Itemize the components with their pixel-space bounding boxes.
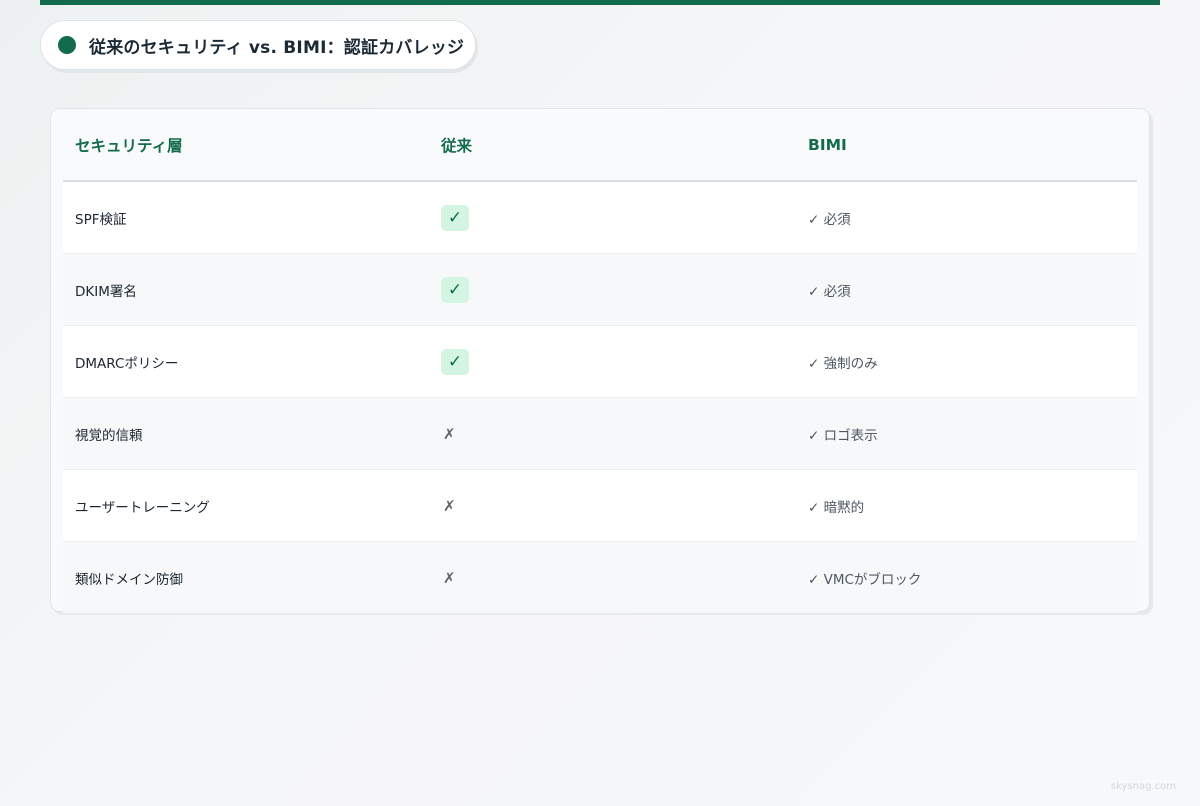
header-bimi: BIMI (796, 109, 1137, 182)
bimi-cell: ✓ ロゴ表示 (796, 397, 1137, 470)
layer-cell: 視覚的信頼 (63, 397, 429, 470)
layer-cell: DKIM署名 (63, 253, 429, 326)
top-accent-bar (40, 0, 1160, 5)
title-dot-icon (58, 36, 76, 54)
cross-icon: ✗ (429, 469, 796, 542)
header-security-layer: セキュリティ層 (63, 109, 429, 182)
bimi-cell: ✓ 強制のみ (796, 325, 1137, 398)
check-icon: ✓ (441, 276, 469, 303)
check-icon: ✓ (441, 348, 469, 375)
bimi-cell: ✓ 必須 (796, 253, 1137, 326)
page-title: 従来のセキュリティ vs. BIMI：認証カバレッジ (89, 37, 465, 58)
title-pill: 従来のセキュリティ vs. BIMI：認証カバレッジ (40, 20, 476, 70)
table-row: SPF検証 ✓ ✓ 必須 (63, 181, 1137, 254)
traditional-cell: ✓ (429, 181, 796, 254)
layer-cell: DMARCポリシー (63, 325, 429, 398)
table-header-row: セキュリティ層 従来 BIMI (63, 109, 1137, 182)
bimi-cell: ✓ VMCがブロック (796, 541, 1137, 613)
header-traditional: 従来 (429, 109, 796, 182)
comparison-card: セキュリティ層 従来 BIMI SPF検証 ✓ ✓ 必須 DKIM署名 ✓ ✓ … (50, 108, 1150, 613)
layer-cell: ユーザートレーニング (63, 469, 429, 542)
table-row: 視覚的信頼 ✗ ✓ ロゴ表示 (63, 397, 1137, 470)
layer-cell: SPF検証 (63, 181, 429, 254)
cross-icon: ✗ (429, 397, 796, 470)
bimi-cell: ✓ 必須 (796, 181, 1137, 254)
traditional-cell: ✓ (429, 325, 796, 398)
table-row: ユーザートレーニング ✗ ✓ 暗黙的 (63, 469, 1137, 542)
table-row: DKIM署名 ✓ ✓ 必須 (63, 253, 1137, 326)
check-icon: ✓ (441, 204, 469, 231)
traditional-cell: ✓ (429, 253, 796, 326)
comparison-table: セキュリティ層 従来 BIMI SPF検証 ✓ ✓ 必須 DKIM署名 ✓ ✓ … (63, 109, 1137, 613)
layer-cell: 類似ドメイン防御 (63, 541, 429, 613)
bimi-cell: ✓ 暗黙的 (796, 469, 1137, 542)
table-row: DMARCポリシー ✓ ✓ 強制のみ (63, 325, 1137, 398)
watermark: skysnag.com (1110, 781, 1176, 792)
cross-icon: ✗ (429, 541, 796, 613)
table-row: 類似ドメイン防御 ✗ ✓ VMCがブロック (63, 541, 1137, 613)
